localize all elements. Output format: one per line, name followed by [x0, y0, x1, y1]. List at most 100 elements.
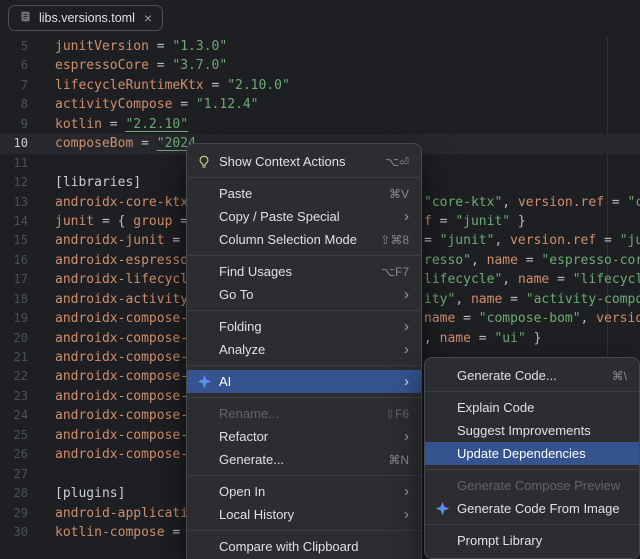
- line-number: 16: [0, 251, 28, 270]
- context-menu-go-to[interactable]: Go To ›: [187, 283, 421, 306]
- tab-libs-versions-toml[interactable]: libs.versions.toml ×: [8, 5, 163, 31]
- line-number: 11: [0, 154, 28, 173]
- context-menu-local-history[interactable]: Local History ›: [187, 503, 421, 526]
- menu-item-label: Update Dependencies: [457, 446, 627, 461]
- chevron-right-icon: ›: [404, 484, 409, 499]
- menu-item-label: Column Selection Mode: [219, 232, 373, 247]
- editor-context-menu: Show Context Actions⌥⏎ Paste ⌘V Copy / Past…: [186, 143, 422, 559]
- menu-item-label: Compare with Clipboard: [219, 539, 409, 554]
- tab-title: libs.versions.toml: [39, 11, 135, 25]
- menu-separator: [425, 524, 639, 525]
- menu-item-label: Go To: [219, 287, 397, 302]
- editor-tab-bar: libs.versions.toml ×: [0, 0, 640, 36]
- lightbulb-icon: [196, 154, 212, 170]
- context-menu-paste[interactable]: Paste ⌘V: [187, 182, 421, 205]
- line-number: 14: [0, 212, 28, 231]
- chevron-right-icon: ›: [404, 287, 409, 302]
- line-number: 15: [0, 231, 28, 250]
- line-number: 22: [0, 367, 28, 386]
- line-number: 24: [0, 406, 28, 425]
- menu-item-label: Analyze: [219, 342, 397, 357]
- chevron-right-icon: ›: [404, 507, 409, 522]
- line-number: 30: [0, 523, 28, 542]
- line-number: 20: [0, 329, 28, 348]
- context-menu-folding[interactable]: Folding ›: [187, 315, 421, 338]
- menu-item-label: AI: [219, 374, 397, 389]
- context-menu-ai[interactable]: AI ›: [187, 370, 421, 393]
- menu-item-label: Copy / Paste Special: [219, 209, 397, 224]
- line-number: 29: [0, 504, 28, 523]
- close-icon[interactable]: ×: [144, 10, 152, 26]
- ai-submenu: Generate Code... ⌘\ Explain Code Suggest Im…: [424, 357, 640, 559]
- line-number: 19: [0, 309, 28, 328]
- menu-item-label: Find Usages: [219, 264, 374, 279]
- editor-line-9[interactable]: 9kotlin = "2.2.10": [0, 115, 640, 134]
- shortcut-label: ⌘\: [612, 369, 627, 383]
- ai-submenu-generate-code-from-image[interactable]: Generate Code From Image: [425, 497, 639, 520]
- line-number: 18: [0, 290, 28, 309]
- menu-separator: [187, 397, 421, 398]
- context-menu-find-usages[interactable]: Find Usages ⌥F7: [187, 260, 421, 283]
- chevron-right-icon: ›: [404, 429, 409, 444]
- menu-item-label: Prompt Library: [457, 533, 627, 548]
- context-menu-compare-with-clipboard[interactable]: Compare with Clipboard: [187, 535, 421, 558]
- ai-submenu-update-dependencies[interactable]: Update Dependencies: [425, 442, 639, 465]
- shortcut-label: ⌘V: [389, 187, 409, 201]
- toml-file-icon: [19, 10, 32, 26]
- menu-separator: [187, 475, 421, 476]
- chevron-right-icon: ›: [404, 342, 409, 357]
- menu-item-label: Rename...: [219, 406, 378, 421]
- menu-item-label: Generate...: [219, 452, 381, 467]
- editor-line-5[interactable]: 5junitVersion = "1.3.0": [0, 37, 640, 56]
- shortcut-label: ⇧F6: [385, 407, 409, 421]
- editor-line-7[interactable]: 7lifecycleRuntimeKtx = "2.10.0": [0, 76, 640, 95]
- shortcut-label: ⌥F7: [381, 265, 409, 279]
- line-number: 8: [0, 95, 28, 114]
- line-number: 17: [0, 270, 28, 289]
- menu-separator: [187, 310, 421, 311]
- menu-item-label: Show Context Actions: [219, 154, 378, 169]
- ai-submenu-prompt-library[interactable]: Prompt Library: [425, 529, 639, 552]
- ai-sparkle-icon: [196, 374, 212, 390]
- menu-item-label: Explain Code: [457, 400, 627, 415]
- menu-separator: [425, 469, 639, 470]
- context-menu-refactor[interactable]: Refactor ›: [187, 425, 421, 448]
- line-number: 5: [0, 37, 28, 56]
- ai-submenu-generate-code[interactable]: Generate Code... ⌘\: [425, 364, 639, 387]
- line-number: 26: [0, 445, 28, 464]
- context-menu-analyze[interactable]: Analyze ›: [187, 338, 421, 361]
- menu-item-label: Generate Code...: [457, 368, 605, 383]
- editor-line-6[interactable]: 6espressoCore = "3.7.0": [0, 56, 640, 75]
- editor-line-8[interactable]: 8activityCompose = "1.12.4": [0, 95, 640, 114]
- context-menu-generate[interactable]: Generate... ⌘N: [187, 448, 421, 471]
- ide-window: libs.versions.toml × 5junitVersion = "1.…: [0, 0, 640, 559]
- chevron-right-icon: ›: [404, 209, 409, 224]
- menu-item-label: Suggest Improvements: [457, 423, 627, 438]
- menu-item-label: Folding: [219, 319, 397, 334]
- ai-submenu-explain-code[interactable]: Explain Code: [425, 396, 639, 419]
- line-number: 12: [0, 173, 28, 192]
- line-number: 10: [0, 134, 28, 153]
- menu-item-label: Open In: [219, 484, 397, 499]
- ai-submenu-suggest-improvements[interactable]: Suggest Improvements: [425, 419, 639, 442]
- menu-item-label: Local History: [219, 507, 397, 522]
- line-number: 28: [0, 484, 28, 503]
- context-menu-open-in[interactable]: Open In ›: [187, 480, 421, 503]
- context-menu-copy-paste-special[interactable]: Copy / Paste Special ›: [187, 205, 421, 228]
- menu-item-label: Generate Compose Preview: [457, 478, 627, 493]
- line-number: 13: [0, 193, 28, 212]
- chevron-right-icon: ›: [404, 319, 409, 334]
- menu-separator: [187, 530, 421, 531]
- line-number: 21: [0, 348, 28, 367]
- ai-sparkle-icon: [434, 501, 450, 517]
- menu-item-label: Refactor: [219, 429, 397, 444]
- shortcut-label: ⌘N: [388, 453, 409, 467]
- context-menu-column-selection-mode[interactable]: Column Selection Mode ⇧⌘8: [187, 228, 421, 251]
- line-number: 6: [0, 56, 28, 75]
- shortcut-label: ⇧⌘8: [380, 233, 409, 247]
- line-number: 27: [0, 465, 28, 484]
- menu-item-label: Paste: [219, 186, 382, 201]
- line-number: 7: [0, 76, 28, 95]
- context-menu-show-context-actions[interactable]: Show Context Actions⌥⏎: [187, 150, 421, 173]
- chevron-right-icon: ›: [404, 374, 409, 389]
